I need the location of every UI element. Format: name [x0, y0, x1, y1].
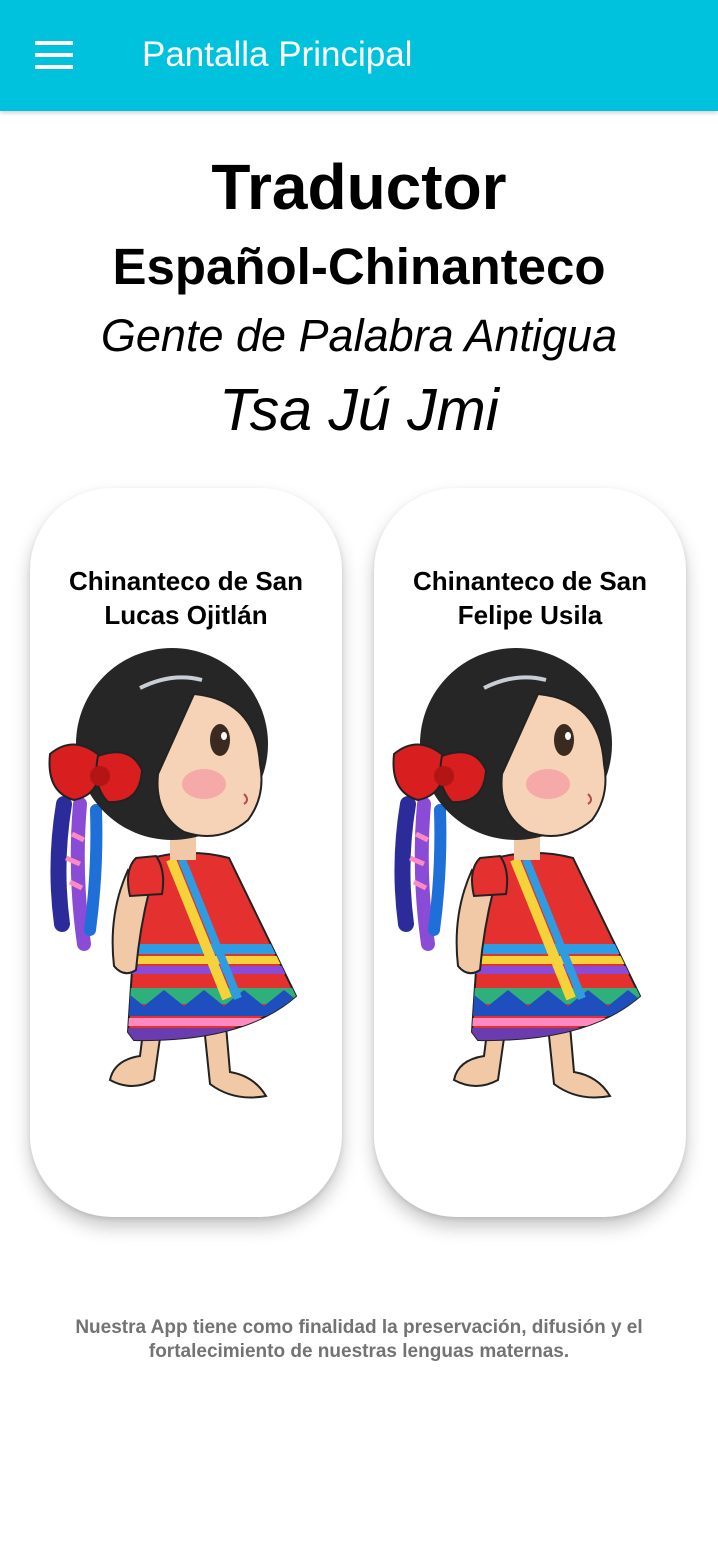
chinantec-girl-illustration [48, 648, 298, 1099]
app-native-name: Tsa Jú Jmi [219, 377, 499, 443]
app-title: Traductor [211, 151, 507, 223]
variant-card-usila[interactable]: Chinanteco de San Felipe Usila [374, 488, 686, 1217]
hamburger-menu-icon [35, 41, 73, 69]
footer-mission-text: Nuestra App tiene como finalidad la pres… [75, 1317, 643, 1362]
chinantec-girl-illustration [392, 648, 642, 1099]
card-label: Chinanteco de San Lucas Ojitlán [68, 566, 304, 630]
menu-button[interactable] [22, 30, 86, 80]
card-label: Chinanteco de San Felipe Usila [412, 566, 648, 630]
variant-card-ojitlan[interactable]: Chinanteco de San Lucas Ojitlán [30, 488, 342, 1217]
app-subtitle: Español-Chinanteco [112, 238, 606, 295]
app-bar: Pantalla Principal [0, 0, 718, 111]
app-tagline: Gente de Palabra Antigua [100, 310, 618, 361]
page-title: Pantalla Principal [142, 35, 413, 74]
